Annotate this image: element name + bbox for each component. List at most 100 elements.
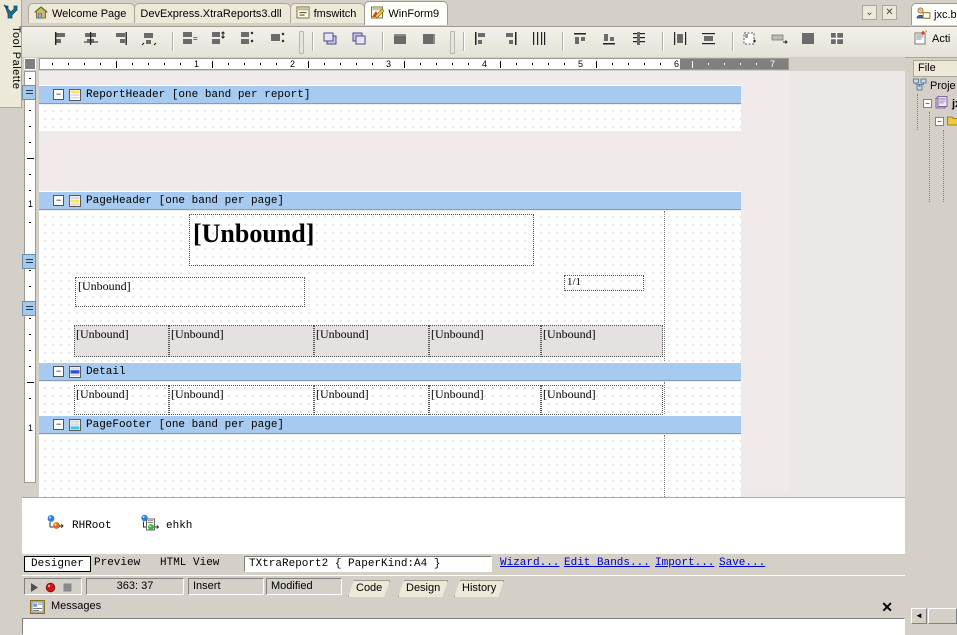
make-same-height-icon[interactable] [209, 29, 235, 54]
make-horizontal-spacing-equal-icon[interactable] [471, 29, 497, 54]
header-cell[interactable]: [Unbound] [541, 325, 663, 357]
align-horizontal-centers-icon[interactable] [81, 29, 107, 54]
band-area-reportheader[interactable] [39, 105, 741, 131]
increase-horizontal-spacing-icon[interactable] [500, 29, 526, 54]
close-icon[interactable]: ✕ [881, 599, 893, 615]
tray-item-rhroot[interactable]: RHRoot [46, 514, 112, 532]
band-area-pagefooter[interactable] [39, 435, 741, 497]
increase-vertical-spacing-icon[interactable] [599, 29, 625, 54]
tool-palette-panel[interactable]: Tool Palette [0, 0, 22, 108]
column-header-file[interactable]: File [913, 60, 957, 77]
center-horizontally-icon[interactable] [390, 29, 416, 54]
close-tab-button[interactable]: ✕ [882, 5, 897, 20]
tab-welcome-page[interactable]: Welcome Page [28, 3, 136, 23]
band-collapse-button[interactable]: − [53, 195, 64, 206]
new-item-button[interactable]: Acti [913, 30, 950, 45]
tab-history[interactable]: History [454, 580, 504, 597]
scrollbar-thumb[interactable] [928, 608, 957, 624]
band-area-detail[interactable]: [Unbound] [Unbound] [Unbound] [Unbound] [39, 382, 741, 418]
tab-design[interactable]: Design [398, 580, 448, 597]
project-tree[interactable]: Proje − jx − [913, 78, 957, 202]
align-rights-icon[interactable] [110, 29, 136, 54]
report-designer-surface[interactable]: 1 2 3 4 5 6 7 1 1 − ReportHeader [one ba… [22, 57, 905, 497]
band-handle-pagefooter[interactable] [22, 301, 36, 316]
align-to-grid-icon[interactable] [139, 29, 165, 54]
decrease-vertical-spacing-icon[interactable] [629, 29, 655, 54]
tab-devexpress-dll[interactable]: DevExpress.XtraReports3.dll [134, 3, 291, 23]
tab-html-view[interactable]: HTML View [154, 556, 225, 572]
band-detail[interactable]: − Detail [39, 362, 741, 381]
wizard-link[interactable]: Wizard... [500, 557, 559, 569]
tree-collapse-button[interactable]: − [935, 117, 944, 126]
save-link[interactable]: Save... [719, 557, 765, 569]
tab-preview[interactable]: Preview [88, 556, 146, 572]
tab-order-icon[interactable] [769, 29, 795, 54]
tree-node-project[interactable]: − jx [923, 96, 957, 111]
horizontal-ruler[interactable]: 1 2 3 4 5 6 7 [22, 57, 905, 71]
messages-list[interactable] [22, 618, 905, 635]
report-info-box[interactable]: TXtraReport2 { PaperKind:A4 } [244, 556, 492, 572]
tab-fmswitch[interactable]: fmswitch [289, 3, 366, 23]
report-canvas[interactable]: − ReportHeader [one band per report] − P… [39, 71, 905, 497]
tab-list-button[interactable]: ⌄ [861, 5, 877, 20]
detail-cell[interactable]: [Unbound] [541, 385, 663, 415]
tree-collapse-button[interactable]: − [923, 99, 932, 108]
band-collapse-button[interactable]: − [53, 366, 64, 377]
send-to-back-icon[interactable] [349, 29, 375, 54]
tab-winform9[interactable]: WinForm9 [364, 1, 449, 25]
header-cell[interactable]: [Unbound] [429, 325, 541, 357]
insert-mode-panel[interactable]: Insert [188, 578, 264, 595]
run-icon[interactable] [29, 582, 40, 593]
header-cell[interactable]: [Unbound] [169, 325, 314, 357]
header-cell[interactable]: [Unbound] [74, 325, 169, 357]
toolbar-grip[interactable] [448, 29, 456, 54]
report-subtitle-label[interactable]: [Unbound] [75, 277, 305, 307]
band-handle-pageheader[interactable] [22, 85, 36, 100]
remove-horizontal-spacing-icon[interactable] [670, 29, 696, 54]
detail-cell[interactable]: [Unbound] [74, 385, 169, 415]
project-tree-hscrollbar[interactable]: ◄ [911, 608, 957, 624]
make-vertical-spacing-equal-icon[interactable] [570, 29, 596, 54]
decrease-horizontal-spacing-icon[interactable] [529, 29, 555, 54]
tree-node-project-group[interactable]: Proje [913, 78, 956, 93]
size-to-grid-icon[interactable] [268, 29, 294, 54]
tray-item-ehkh[interactable]: ehkh [140, 514, 192, 532]
component-tray[interactable]: RHRoot ehkh [22, 497, 905, 554]
tab-code[interactable]: Code [348, 580, 390, 597]
detail-cell[interactable]: [Unbound] [314, 385, 429, 415]
pause-icon[interactable] [62, 582, 73, 593]
fill-color-icon[interactable] [798, 29, 824, 54]
bring-to-front-icon[interactable] [320, 29, 346, 54]
remove-vertical-spacing-icon[interactable] [699, 29, 725, 54]
scroll-left-arrow-icon[interactable]: ◄ [911, 608, 927, 624]
tab-designer[interactable]: Designer [24, 556, 91, 572]
toolbar-grip[interactable] [297, 29, 305, 54]
detail-cell[interactable]: [Unbound] [429, 385, 541, 415]
band-pageheader[interactable]: − PageHeader [one band per page] [39, 191, 741, 210]
align-lefts-icon[interactable] [52, 29, 78, 54]
grid-settings-icon[interactable] [827, 29, 853, 54]
tree-node-folder[interactable]: − [935, 114, 957, 129]
band-area-pageheader[interactable]: [Unbound] [Unbound] 1/1 [Unbound] [Unbou… [39, 211, 741, 363]
band-handle-detail[interactable] [22, 254, 36, 269]
page-info-label[interactable]: 1/1 [564, 275, 644, 291]
run-control-group[interactable] [24, 578, 82, 595]
tab-jxc[interactable]: jxc.b [911, 3, 957, 25]
detail-cell[interactable]: [Unbound] [169, 385, 314, 415]
band-collapse-button[interactable]: − [53, 89, 64, 100]
band-pagefooter[interactable]: − PageFooter [one band per page] [39, 415, 741, 434]
make-same-width-icon[interactable]: = [180, 29, 206, 54]
band-reportheader[interactable]: − ReportHeader [one band per report] [39, 85, 741, 104]
vertical-ruler[interactable]: 1 1 [22, 71, 39, 497]
edit-bands-link[interactable]: Edit Bands... [564, 557, 650, 569]
lock-controls-icon[interactable] [740, 29, 766, 54]
stop-icon[interactable] [45, 582, 56, 593]
make-same-size-icon[interactable] [238, 29, 264, 54]
report-paper[interactable]: − ReportHeader [one band per report] − P… [39, 71, 789, 497]
band-collapse-button[interactable]: − [53, 419, 64, 430]
report-title-label[interactable]: [Unbound] [189, 214, 534, 266]
ruler-corner-box[interactable] [24, 58, 36, 70]
import-link[interactable]: Import... [655, 557, 714, 569]
center-vertically-icon[interactable] [419, 29, 445, 54]
header-cell[interactable]: [Unbound] [314, 325, 429, 357]
